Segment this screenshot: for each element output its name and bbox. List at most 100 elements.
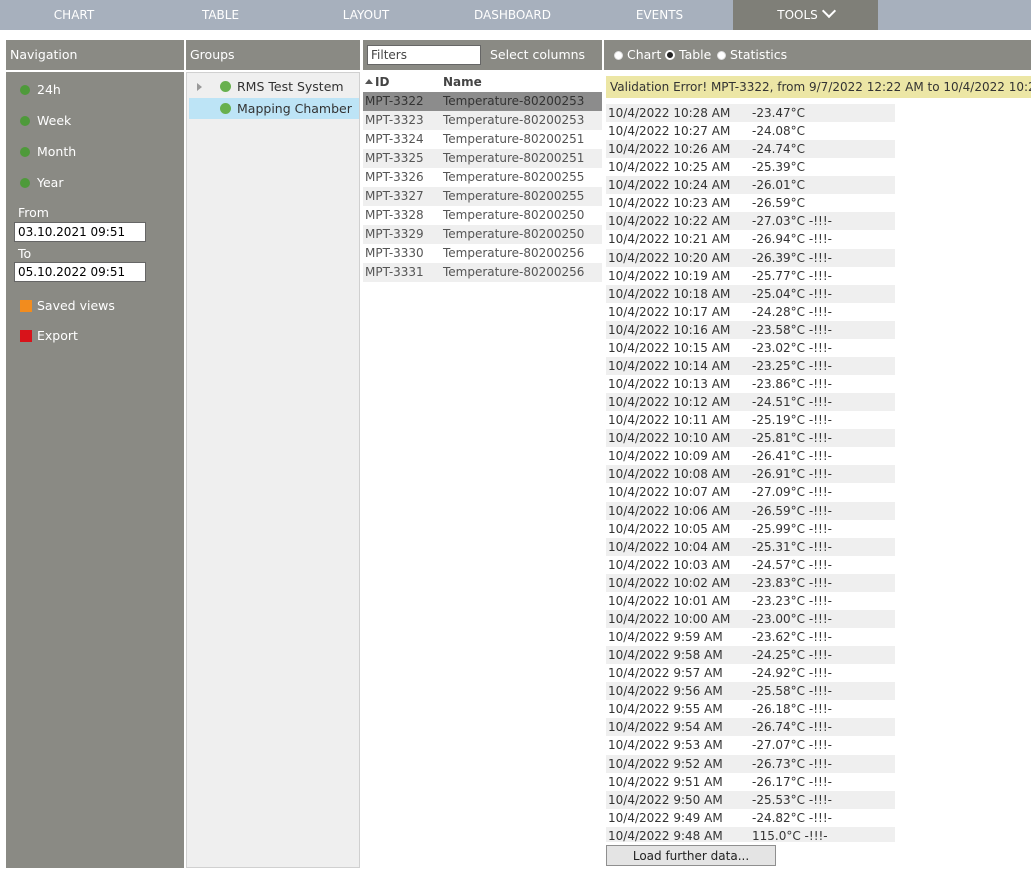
reading-time: 10/4/2022 10:27 AM <box>608 124 731 138</box>
reading-row: 10/4/2022 10:03 AM -24.57°C -!!!- <box>606 556 895 574</box>
sensor-row[interactable]: MPT-3328 Temperature-80200250 <box>363 206 602 225</box>
sensor-row[interactable]: MPT-3326 Temperature-80200255 <box>363 168 602 187</box>
reading-time: 10/4/2022 10:26 AM <box>608 142 731 156</box>
reading-time: 10/4/2022 9:58 AM <box>608 648 723 662</box>
nav-item-label: Week <box>37 113 72 128</box>
nav-item-year[interactable]: Year <box>20 174 63 192</box>
reading-row: 10/4/2022 10:15 AM -23.02°C -!!!- <box>606 339 895 357</box>
reading-time: 10/4/2022 9:49 AM <box>608 811 723 825</box>
sensor-id: MPT-3323 <box>365 113 424 127</box>
view-option-chart[interactable]: Chart <box>614 40 661 70</box>
sensor-row[interactable]: MPT-3329 Temperature-80200250 <box>363 225 602 244</box>
load-further-data-button[interactable]: Load further data... <box>606 845 776 866</box>
reading-row: 10/4/2022 9:52 AM -26.73°C -!!!- <box>606 755 895 773</box>
reading-row: 10/4/2022 9:48 AM 115.0°C -!!!- <box>606 827 895 842</box>
sensor-name: Temperature-80200251 <box>443 151 585 165</box>
nav-item-week[interactable]: Week <box>20 112 71 130</box>
nav-item-month[interactable]: Month <box>20 143 76 161</box>
readings-table: 10/4/2022 10:28 AM -23.47°C 10/4/2022 10:2… <box>606 98 1031 842</box>
reading-time: 10/4/2022 10:20 AM <box>608 251 731 265</box>
reading-value: -25.04°C -!!!- <box>752 287 832 301</box>
sensor-row[interactable]: MPT-3330 Temperature-80200256 <box>363 244 602 263</box>
sensor-name: Temperature-80200256 <box>443 246 585 260</box>
sensor-id: MPT-3331 <box>365 265 424 279</box>
tab-layout[interactable]: LAYOUT <box>293 0 439 30</box>
tab-events[interactable]: EVENTS <box>586 0 733 30</box>
reading-value: -24.82°C -!!!- <box>752 811 832 825</box>
reading-row: 10/4/2022 10:09 AM -26.41°C -!!!- <box>606 447 895 465</box>
sensor-id: MPT-3327 <box>365 189 424 203</box>
saved-views-icon <box>20 300 32 312</box>
column-header-id[interactable]: ID <box>375 72 389 92</box>
group-item-rms-test-system[interactable]: RMS Test System <box>189 76 359 97</box>
group-item-mapping-chamber[interactable]: Mapping Chamber <box>189 98 359 119</box>
reading-time: 10/4/2022 10:12 AM <box>608 395 731 409</box>
reading-row: 10/4/2022 9:50 AM -25.53°C -!!!- <box>606 791 895 809</box>
reading-value: -26.17°C -!!!- <box>752 775 832 789</box>
reading-value: -26.18°C -!!!- <box>752 702 832 716</box>
nav-item-24h[interactable]: 24h <box>20 81 61 99</box>
groups-panel: RMS Test System Mapping Chamber <box>186 72 360 868</box>
reading-time: 10/4/2022 10:00 AM <box>608 612 731 626</box>
sensor-row[interactable]: MPT-3324 Temperature-80200251 <box>363 130 602 149</box>
sensor-list-header: ID Name <box>363 72 602 92</box>
status-dot-icon <box>20 85 30 95</box>
sensor-name: Temperature-80200256 <box>443 265 585 279</box>
reading-row: 10/4/2022 10:08 AM -26.91°C -!!!- <box>606 465 895 483</box>
reading-row: 10/4/2022 10:12 AM -24.51°C -!!!- <box>606 393 895 411</box>
view-option-statistics[interactable]: Statistics <box>717 40 787 70</box>
reading-time: 10/4/2022 9:53 AM <box>608 738 723 752</box>
reading-time: 10/4/2022 10:08 AM <box>608 467 731 481</box>
reading-row: 10/4/2022 10:23 AM -26.59°C <box>606 194 895 212</box>
status-dot-icon <box>220 81 231 92</box>
tab-table[interactable]: TABLE <box>148 0 293 30</box>
reading-row: 10/4/2022 10:22 AM -27.03°C -!!!- <box>606 212 895 230</box>
sensor-id: MPT-3326 <box>365 170 424 184</box>
tab-chart[interactable]: CHART <box>0 0 148 30</box>
column-header-name[interactable]: Name <box>443 72 482 92</box>
from-date-field[interactable] <box>14 222 146 242</box>
view-option-label: Table <box>679 47 712 62</box>
tab-tools[interactable]: TOOLS <box>733 0 878 30</box>
to-date-field[interactable] <box>14 262 146 282</box>
reading-row: 10/4/2022 10:28 AM -23.47°C <box>606 104 895 122</box>
sensor-row[interactable]: MPT-3327 Temperature-80200255 <box>363 187 602 206</box>
reading-row: 10/4/2022 10:05 AM -25.99°C -!!!- <box>606 520 895 538</box>
reading-row: 10/4/2022 10:16 AM -23.58°C -!!!- <box>606 321 895 339</box>
sensor-name: Temperature-80200255 <box>443 170 585 184</box>
filters-input[interactable] <box>367 45 481 65</box>
reading-value: -26.94°C -!!!- <box>752 232 832 246</box>
sensor-id: MPT-3330 <box>365 246 424 260</box>
sensor-row[interactable]: MPT-3323 Temperature-80200253 <box>363 111 602 130</box>
radio-unchecked-icon <box>614 51 623 60</box>
nav-item-label: Year <box>37 175 64 190</box>
reading-row: 10/4/2022 10:00 AM -23.00°C -!!!- <box>606 610 895 628</box>
reading-value: -24.57°C -!!!- <box>752 558 832 572</box>
export-button[interactable]: Export <box>20 327 78 345</box>
sensor-id: MPT-3325 <box>365 151 424 165</box>
tab-dashboard[interactable]: DASHBOARD <box>439 0 586 30</box>
sensor-row[interactable]: MPT-3325 Temperature-80200251 <box>363 149 602 168</box>
reading-value: -25.53°C -!!!- <box>752 793 832 807</box>
reading-time: 10/4/2022 9:50 AM <box>608 793 723 807</box>
view-option-table[interactable]: Table <box>665 40 711 70</box>
reading-value: -23.25°C -!!!- <box>752 359 832 373</box>
reading-time: 10/4/2022 9:59 AM <box>608 630 723 644</box>
reading-value: -23.02°C -!!!- <box>752 341 832 355</box>
reading-time: 10/4/2022 10:19 AM <box>608 269 731 283</box>
sensor-row[interactable]: MPT-3322 Temperature-80200253 <box>363 92 602 111</box>
export-icon <box>20 330 32 342</box>
expand-arrow-icon[interactable] <box>197 83 202 91</box>
reading-row: 10/4/2022 10:21 AM -26.94°C -!!!- <box>606 230 895 248</box>
reading-time: 10/4/2022 9:51 AM <box>608 775 723 789</box>
saved-views-button[interactable]: Saved views <box>20 297 115 315</box>
reading-row: 10/4/2022 10:27 AM -24.08°C <box>606 122 895 140</box>
sensor-id: MPT-3329 <box>365 227 424 241</box>
reading-value: -25.19°C -!!!- <box>752 413 832 427</box>
reading-value: -23.83°C -!!!- <box>752 576 832 590</box>
reading-time: 10/4/2022 10:18 AM <box>608 287 731 301</box>
to-label: To <box>18 246 32 261</box>
reading-value: 115.0°C -!!!- <box>752 829 828 842</box>
select-columns-button[interactable]: Select columns <box>490 40 585 70</box>
sensor-row[interactable]: MPT-3331 Temperature-80200256 <box>363 263 602 282</box>
